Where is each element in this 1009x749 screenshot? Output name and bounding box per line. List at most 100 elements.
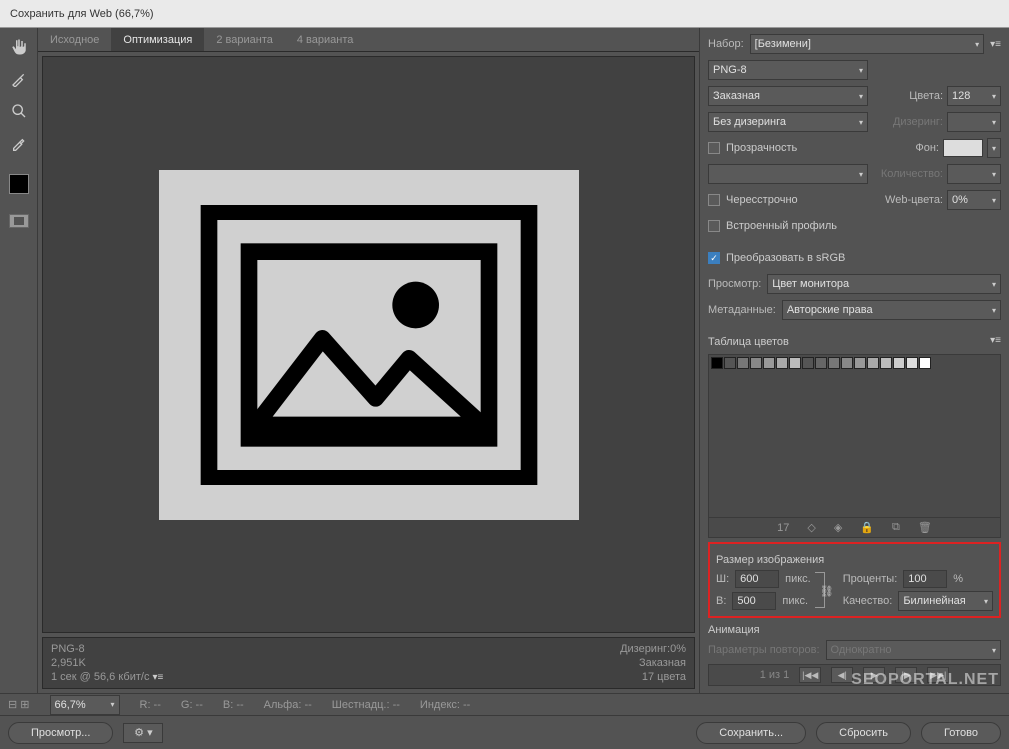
dither-label: Дизеринг: xyxy=(893,116,943,128)
new-color-icon[interactable]: ⧉ xyxy=(892,521,900,534)
grid-icon[interactable]: ⊟ ⊞ xyxy=(8,698,30,711)
info-strip: PNG-8 2,951K 1 сек @ 56,6 кбит/с ▾≡ Дизе… xyxy=(42,637,695,689)
color-swatch[interactable] xyxy=(711,357,723,369)
info-palette: Заказная xyxy=(620,657,686,669)
percent-unit: % xyxy=(953,573,963,585)
browser-preview-icon[interactable]: ⚙ ▾ xyxy=(123,723,163,743)
color-swatch[interactable] xyxy=(763,357,775,369)
tab-optimized[interactable]: Оптимизация xyxy=(111,28,204,51)
preview-profile-select[interactable]: Цвет монитора▾ xyxy=(767,274,1001,294)
color-reduction-select[interactable]: Заказная▾ xyxy=(708,86,868,106)
readout-r: R: -- xyxy=(140,699,161,711)
percent-input[interactable] xyxy=(903,570,947,588)
width-input[interactable] xyxy=(735,570,779,588)
quality-label: Качество: xyxy=(843,595,893,607)
left-toolbar xyxy=(0,28,38,693)
tab-original[interactable]: Исходное xyxy=(38,28,111,51)
trash-icon[interactable]: 🗑 xyxy=(918,521,932,534)
color-swatch[interactable] xyxy=(789,357,801,369)
interlaced-checkbox[interactable]: Чересстрочно xyxy=(708,194,798,206)
color-swatch[interactable] xyxy=(880,357,892,369)
colors-label: Цвета: xyxy=(909,90,943,102)
tab-4up[interactable]: 4 варианта xyxy=(285,28,366,51)
tab-2up[interactable]: 2 варианта xyxy=(204,28,285,51)
preview-image xyxy=(159,170,579,520)
hand-tool-icon[interactable] xyxy=(8,36,30,58)
animation-title: Анимация xyxy=(708,624,1001,636)
dither-amount-select: ▾ xyxy=(947,112,1001,132)
image-size-section: Размер изображения Ш: пикс. В: пикс. ⛓ xyxy=(708,542,1001,618)
slice-visibility-icon[interactable] xyxy=(9,214,29,228)
height-unit: пикс. xyxy=(782,595,808,607)
amount-select: ▾ xyxy=(947,164,1001,184)
preview-tabs: Исходное Оптимизация 2 варианта 4 вариан… xyxy=(38,28,699,52)
width-label: Ш: xyxy=(716,573,729,585)
transparency-dither-select: ▾ xyxy=(708,164,868,184)
color-swatch[interactable] xyxy=(776,357,788,369)
constrain-link-icon[interactable]: ⛓ xyxy=(815,572,825,608)
readout-alpha: Альфа: -- xyxy=(264,699,312,711)
preview-profile-label: Просмотр: xyxy=(708,278,761,290)
height-input[interactable] xyxy=(732,592,776,610)
watermark: SEOPORTAL.NET xyxy=(851,671,999,689)
width-unit: пикс. xyxy=(785,573,811,585)
color-swatch[interactable] xyxy=(815,357,827,369)
matte-select-arrow[interactable]: ▾ xyxy=(987,138,1001,158)
preview-button[interactable]: Просмотр... xyxy=(8,722,113,744)
ct-icon-2[interactable]: ◈ xyxy=(834,521,842,534)
preview-canvas[interactable] xyxy=(42,56,695,633)
matte-color-well[interactable] xyxy=(943,139,983,157)
color-table-menu-icon[interactable]: ▾≡ xyxy=(990,335,1001,346)
loop-label: Параметры повторов: xyxy=(708,644,820,656)
color-swatch[interactable] xyxy=(724,357,736,369)
readout-b: B: -- xyxy=(223,699,244,711)
color-swatch[interactable] xyxy=(802,357,814,369)
color-table-count: 17 xyxy=(777,522,789,534)
zoom-tool-icon[interactable] xyxy=(8,100,30,122)
slice-tool-icon[interactable] xyxy=(8,68,30,90)
preset-label: Набор: xyxy=(708,38,744,50)
color-swatch[interactable] xyxy=(841,357,853,369)
first-frame-button[interactable]: |◀◀ xyxy=(799,667,821,683)
color-swatch[interactable] xyxy=(750,357,762,369)
prev-frame-button[interactable]: ◀| xyxy=(831,667,853,683)
height-label: В: xyxy=(716,595,726,607)
color-swatch[interactable] xyxy=(737,357,749,369)
websnap-select[interactable]: 0%▾ xyxy=(947,190,1001,210)
save-button[interactable]: Сохранить... xyxy=(696,722,806,744)
speed-menu-icon[interactable]: ▾≡ xyxy=(153,672,164,683)
metadata-select[interactable]: Авторские права▾ xyxy=(782,300,1001,320)
transparency-checkbox[interactable]: Прозрачность xyxy=(708,142,797,154)
eyedropper-tool-icon[interactable] xyxy=(8,132,30,154)
preset-menu-icon[interactable]: ▾≡ xyxy=(990,39,1001,50)
image-size-title: Размер изображения xyxy=(716,554,993,566)
cancel-button[interactable]: Сбросить xyxy=(816,722,911,744)
quality-select[interactable]: Билинейная▾ xyxy=(898,591,993,611)
embed-profile-checkbox[interactable]: Встроенный профиль xyxy=(708,220,837,232)
color-swatch[interactable] xyxy=(828,357,840,369)
color-swatch[interactable] xyxy=(854,357,866,369)
preset-select[interactable]: [Безимени]▾ xyxy=(750,34,984,54)
color-table-panel[interactable]: 17 ◇ ◈ 🔒 ⧉ 🗑 xyxy=(708,354,1001,538)
color-swatch[interactable] xyxy=(919,357,931,369)
convert-srgb-checkbox[interactable]: ✓Преобразовать в sRGB xyxy=(708,252,845,264)
color-swatch[interactable] xyxy=(906,357,918,369)
foreground-color-swatch[interactable] xyxy=(9,174,29,194)
lock-icon[interactable]: 🔒 xyxy=(860,521,874,534)
ct-icon-1[interactable]: ◇ xyxy=(807,521,815,534)
format-select[interactable]: PNG-8▾ xyxy=(708,60,868,80)
color-table-title: Таблица цветов xyxy=(708,336,789,348)
color-swatch[interactable] xyxy=(893,357,905,369)
done-button[interactable]: Готово xyxy=(921,722,1001,744)
dither-method-select[interactable]: Без дизеринга▾ xyxy=(708,112,868,132)
info-size: 2,951K xyxy=(51,657,620,669)
info-dither: Дизеринг:0% xyxy=(620,643,686,655)
window-title: Сохранить для Web (66,7%) xyxy=(0,0,1009,28)
right-panel: Набор: [Безимени]▾ ▾≡ PNG-8▾ Заказная▾ Ц… xyxy=(699,28,1009,693)
info-format: PNG-8 xyxy=(51,643,620,655)
zoom-select[interactable]: 66,7%▾ xyxy=(50,695,120,715)
colors-select[interactable]: 128▾ xyxy=(947,86,1001,106)
color-swatch[interactable] xyxy=(867,357,879,369)
websnap-label: Web-цвета: xyxy=(885,194,943,206)
percent-label: Проценты: xyxy=(843,573,898,585)
